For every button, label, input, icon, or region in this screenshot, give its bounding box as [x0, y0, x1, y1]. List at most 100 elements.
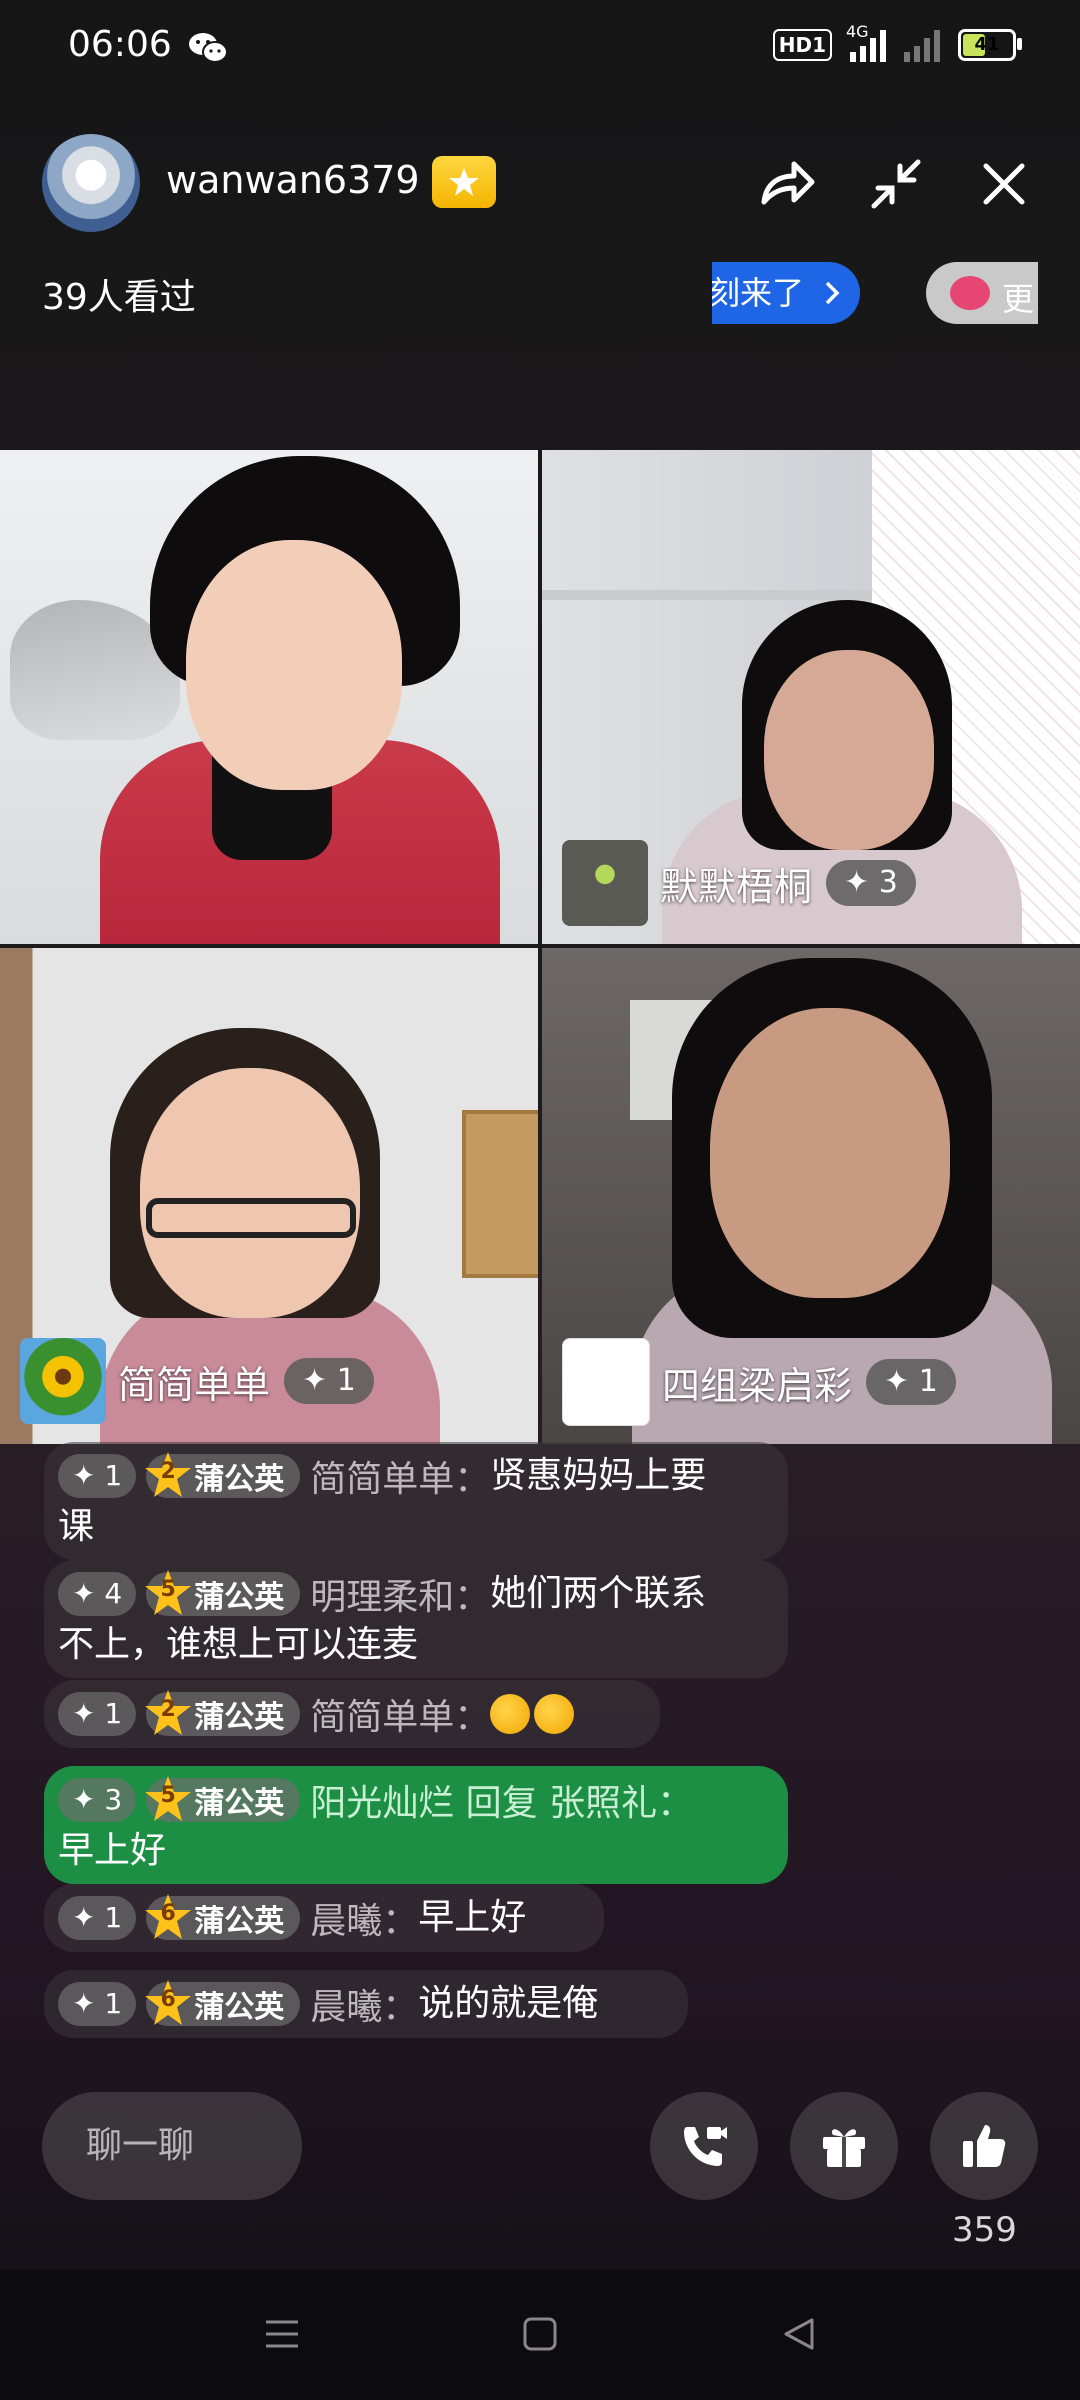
- star-level: 5: [160, 1783, 176, 1808]
- chat-text: 说的就是俺: [418, 1983, 599, 2024]
- host-name[interactable]: wanwan6379: [166, 158, 420, 202]
- chat-message[interactable]: ✦ 1 2 蒲公英 简简单单：贤惠妈妈上要 课: [44, 1442, 788, 1560]
- battery-level: 41: [974, 34, 1000, 55]
- close-icon[interactable]: [970, 150, 1038, 218]
- chat-text-continued: 不上，谁想上可以连麦: [58, 1624, 419, 1665]
- video-call-button[interactable]: [650, 2092, 758, 2200]
- participant-name: 简简单单: [118, 1362, 271, 1407]
- video-tile-host[interactable]: [0, 450, 538, 944]
- chat-text: 贤惠妈妈上要: [490, 1455, 707, 1496]
- user-badges: ✦ 1 2 蒲公英: [58, 1690, 310, 1736]
- signal-sim2-icon: [904, 28, 940, 62]
- chat-message[interactable]: ✦ 4 5 蒲公英 明理柔和：她们两个联系 不上，谁想上可以连麦: [44, 1560, 788, 1678]
- participant-name: 四组梁启彩: [662, 1363, 853, 1408]
- user-badges: ✦ 1 6 蒲公英: [58, 1894, 310, 1940]
- menu-icon[interactable]: [262, 2314, 302, 2354]
- person-face: [140, 1068, 360, 1318]
- level-value: 1: [104, 1459, 123, 1492]
- chat-username[interactable]: 明理柔和：: [310, 1577, 490, 1618]
- star-icon: 2: [142, 1450, 194, 1502]
- chat-username[interactable]: 阳光灿烂 回复 张照礼：: [310, 1783, 693, 1824]
- participant-avatar[interactable]: [20, 1338, 106, 1424]
- chat-message[interactable]: ✦ 1 6 蒲公英 晨曦：说的就是俺: [44, 1970, 688, 2038]
- star-icon: 5: [142, 1568, 194, 1620]
- participant-name: 默默梧桐: [660, 864, 813, 909]
- chat-input[interactable]: 聊一聊: [42, 2092, 302, 2200]
- chat-username[interactable]: 简简单单：: [310, 1697, 490, 1738]
- fan-badge: 6 蒲公英: [145, 1980, 301, 2026]
- fan-badge-name: 蒲公英: [194, 1462, 285, 1497]
- chat-username[interactable]: 简简单单：: [310, 1459, 490, 1500]
- star-level: 2: [160, 1459, 176, 1484]
- level-pill: ✦ 4: [58, 1572, 137, 1616]
- thinking-emoji-icon: [490, 1694, 531, 1734]
- video-tile-3[interactable]: 简简单单 ✦ 1: [0, 948, 538, 1444]
- participant-avatar[interactable]: [562, 1338, 650, 1426]
- star-level: 2: [160, 1697, 176, 1722]
- star-badge-icon[interactable]: [432, 156, 496, 208]
- network-label: 4G: [846, 22, 869, 41]
- chat-text-continued: 课: [58, 1506, 95, 1547]
- viewer-count: 39人看过: [42, 277, 196, 318]
- star-level: 5: [160, 1577, 176, 1602]
- fan-badge-name: 蒲公英: [194, 1580, 285, 1615]
- level-value: 4: [104, 1577, 123, 1610]
- promo-banner-blue[interactable]: 刻来了: [712, 262, 860, 324]
- fan-badge: 5 蒲公英: [145, 1776, 301, 1822]
- back-icon[interactable]: [778, 2314, 818, 2354]
- cup-icon: [950, 276, 990, 310]
- home-icon[interactable]: [520, 2314, 560, 2354]
- like-button[interactable]: [930, 2092, 1038, 2200]
- battery-icon: 41: [958, 29, 1022, 61]
- ac-unit: [542, 590, 872, 600]
- like-count: 359: [952, 2210, 1017, 2250]
- thumbs-up-icon: [963, 2125, 1006, 2167]
- level-pill: ✦ 1: [58, 1692, 137, 1736]
- chat-message-reply[interactable]: ✦ 3 5 蒲公英 阳光灿烂 回复 张照礼： 早上好: [44, 1766, 788, 1884]
- level-value: 1: [918, 1364, 938, 1399]
- person-face: [186, 540, 402, 790]
- person-face: [764, 650, 934, 850]
- fan-badge: 6 蒲公英: [145, 1894, 301, 1940]
- user-badges: ✦ 1 6 蒲公英: [58, 1980, 310, 2026]
- video-tile-4[interactable]: 四组梁启彩 ✦ 1: [542, 948, 1080, 1444]
- person-face: [710, 1008, 950, 1298]
- minimize-icon[interactable]: [862, 150, 930, 218]
- gift-button[interactable]: [790, 2092, 898, 2200]
- star-icon: 6: [142, 1978, 194, 2030]
- chat-text: 她们两个联系: [490, 1573, 707, 1614]
- status-bar: 06:06 HD1 4G 41: [0, 0, 1080, 96]
- gift-icon: [823, 2129, 865, 2167]
- level-value: 3: [878, 865, 898, 900]
- video-tile-2[interactable]: 默默梧桐 ✦ 3: [542, 450, 1080, 944]
- participant-avatar[interactable]: [562, 840, 648, 926]
- fan-badge-name: 蒲公英: [194, 1904, 285, 1939]
- level-pill: ✦ 1: [866, 1359, 956, 1405]
- glasses: [146, 1198, 356, 1238]
- promo-banner-gray[interactable]: 更: [926, 262, 1038, 324]
- user-badges: ✦ 1 2 蒲公英: [58, 1452, 310, 1498]
- fan-badge-name: 蒲公英: [194, 1700, 285, 1735]
- host-avatar[interactable]: [42, 134, 140, 232]
- level-pill: ✦ 1: [58, 1982, 137, 2026]
- wechat-icon: [189, 33, 228, 63]
- level-value: 1: [104, 1987, 123, 2020]
- chat-username[interactable]: 晨曦：: [310, 1987, 418, 2028]
- star-level: 6: [160, 1987, 176, 2012]
- level-pill: ✦ 1: [284, 1358, 374, 1404]
- promo-gray-text: 更: [1002, 280, 1035, 318]
- signal-4g-icon: 4G: [846, 22, 886, 62]
- participant-label: 默默梧桐 ✦ 3: [562, 840, 916, 926]
- thinking-emoji-icon: [534, 1694, 575, 1734]
- chat-username[interactable]: 晨曦：: [310, 1901, 418, 1942]
- chat-message[interactable]: ✦ 1 6 蒲公英 晨曦：早上好: [44, 1884, 604, 1952]
- star-icon: 2: [142, 1688, 194, 1740]
- system-nav-bar: [0, 2270, 1080, 2400]
- level-value: 1: [104, 1901, 123, 1934]
- chat-message[interactable]: ✦ 1 2 蒲公英 简简单单：: [44, 1680, 660, 1748]
- share-icon[interactable]: [752, 148, 820, 216]
- fan-badge: 2 蒲公英: [145, 1690, 301, 1736]
- chat-text: 早上好: [418, 1897, 527, 1938]
- status-time: 06:06: [68, 24, 172, 65]
- video-grid: 默默梧桐 ✦ 3 简简单单 ✦ 1 四组梁启彩 ✦ 1: [0, 450, 1080, 1444]
